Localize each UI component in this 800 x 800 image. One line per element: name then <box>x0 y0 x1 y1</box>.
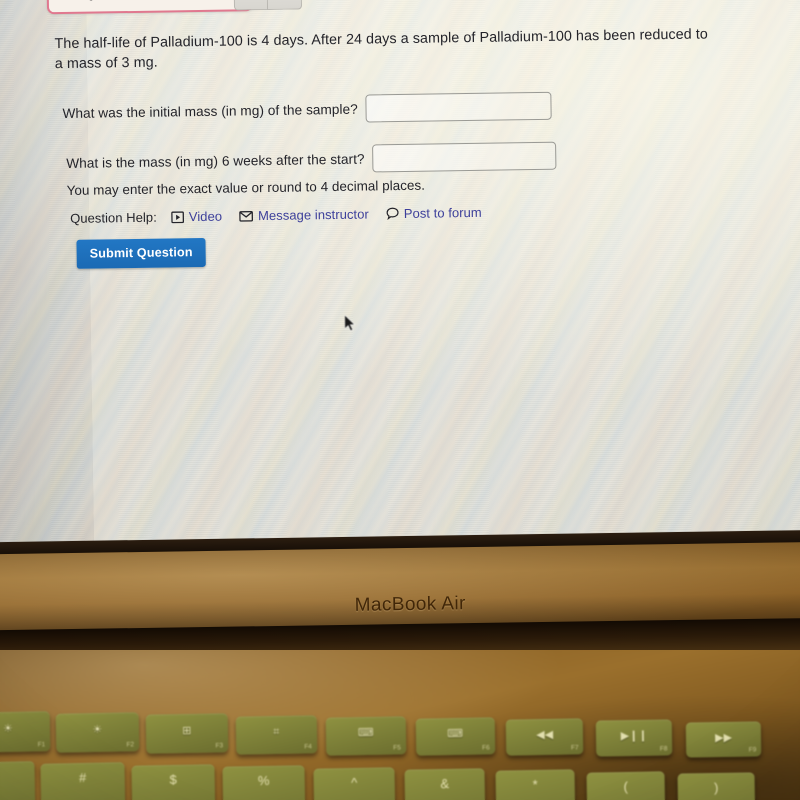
help-link-video-label: Video <box>188 208 223 225</box>
photo-of-laptop-screen: Question 3 ▼ ‹ › C The half-life of Pall… <box>0 0 800 800</box>
envelope-icon <box>239 210 253 222</box>
question-part-2: What is the mass (in mg) 6 weeks after t… <box>66 141 557 177</box>
speech-bubble-icon <box>386 207 399 220</box>
play-icon <box>170 210 184 223</box>
answer-input-1[interactable] <box>365 91 552 123</box>
key-symbol-label: ( <box>623 778 629 794</box>
key-8[interactable]: *8 <box>495 769 576 800</box>
help-link-post-to-forum[interactable]: Post to forum <box>386 205 482 221</box>
key-9[interactable]: (9 <box>586 771 666 800</box>
key-symbol-label: % <box>257 773 270 789</box>
key-fn-label: F4 <box>304 743 312 751</box>
help-link-message-instructor-label: Message instructor <box>257 206 369 224</box>
key-fn-label: F6 <box>482 744 490 752</box>
key-symbol-label: @ <box>0 768 35 785</box>
key-7[interactable]: &7 <box>404 768 486 800</box>
key-f6[interactable]: ⌨ F6 <box>415 717 495 756</box>
key-fn-label: F2 <box>126 741 135 750</box>
question-selector-label: Question 3 <box>83 0 231 1</box>
key-symbol-label: ) <box>713 780 719 796</box>
key-fn-label: F5 <box>393 743 401 751</box>
key-6[interactable]: ^6 <box>313 766 396 800</box>
question-help-label: Question Help: <box>70 209 157 226</box>
key-glyph-icon: ▶❙❙ <box>620 729 648 743</box>
question-part-2-label: What is the mass (in mg) 6 weeks after t… <box>66 151 365 171</box>
question-body-text: The half-life of Palladium-100 is 4 days… <box>54 26 708 73</box>
key-f9[interactable]: ▶▶ F9 <box>685 720 762 758</box>
key-glyph-icon: ⌨ <box>447 727 464 741</box>
key-fn-label: F3 <box>215 742 224 750</box>
laptop-keyboard-deck: ☀ F1 ☀ F2 ⊞ F3 ⌗ F4 ⌨ F5 ⌨ F6 ◀◀ F7 ▶❙❙ F8 ▶▶ F9 @2#3$4%5… <box>0 650 800 800</box>
previous-question-button[interactable]: ‹ <box>233 0 269 11</box>
key-glyph-icon: ⊞ <box>182 724 192 738</box>
key-fn-label: F1 <box>37 741 46 749</box>
help-link-video[interactable]: Video <box>170 208 223 225</box>
question-part-1: What was the initial mass (in mg) of the… <box>62 91 552 127</box>
mouse-cursor <box>344 314 356 332</box>
key-glyph-icon: ⌨ <box>357 726 374 740</box>
key-symbol-label: ^ <box>351 774 358 790</box>
key-4[interactable]: $4 <box>131 764 216 800</box>
submit-question-button[interactable]: Submit Question <box>76 237 206 269</box>
help-link-message-instructor[interactable]: Message instructor <box>239 207 369 224</box>
key-2[interactable]: @2 <box>0 761 36 800</box>
rounding-hint-text: You may enter the exact value or round t… <box>66 177 426 198</box>
quiz-content: Question 3 ▼ ‹ › C The half-life of Pall… <box>46 0 800 573</box>
key-glyph-icon: ☀ <box>92 723 103 737</box>
key-f7[interactable]: ◀◀ F7 <box>505 718 584 757</box>
key-symbol-label: * <box>532 777 538 793</box>
question-help-row: Question Help: Video Message instructor … <box>70 205 499 226</box>
key-f5[interactable]: ⌨ F5 <box>325 716 406 756</box>
key-fn-label: F9 <box>748 746 757 754</box>
key-glyph-icon: ⌗ <box>273 725 280 739</box>
laptop-screen: Question 3 ▼ ‹ › C The half-life of Pall… <box>0 0 800 575</box>
question-selector-dropdown[interactable]: Question 3 ▼ <box>46 0 254 15</box>
page-left-margin <box>0 0 95 575</box>
key-5[interactable]: %5 <box>222 765 306 800</box>
key-f3[interactable]: ⊞ F3 <box>145 713 229 754</box>
key-3[interactable]: #3 <box>40 762 126 800</box>
key-0[interactable]: )0 <box>677 772 756 800</box>
next-question-button[interactable]: › <box>267 0 303 10</box>
key-f2[interactable]: ☀ F2 <box>55 712 140 754</box>
key-symbol-label: & <box>440 775 450 792</box>
help-link-post-to-forum-label: Post to forum <box>403 204 482 221</box>
answer-input-2[interactable] <box>372 141 557 173</box>
key-glyph-icon: ◀◀ <box>536 728 554 742</box>
key-f8[interactable]: ▶❙❙ F8 <box>595 719 673 757</box>
key-symbol-label: # <box>78 770 87 786</box>
key-fn-label: F8 <box>659 745 668 753</box>
question-part-1-label: What was the initial mass (in mg) of the… <box>62 101 358 121</box>
key-glyph-icon: ▶▶ <box>714 731 733 744</box>
key-fn-label: F7 <box>570 745 579 753</box>
key-f4[interactable]: ⌗ F4 <box>235 714 318 755</box>
key-glyph-icon: ☀ <box>2 722 13 736</box>
key-symbol-label: $ <box>169 771 177 787</box>
key-f1[interactable]: ☀ F1 <box>0 711 51 753</box>
